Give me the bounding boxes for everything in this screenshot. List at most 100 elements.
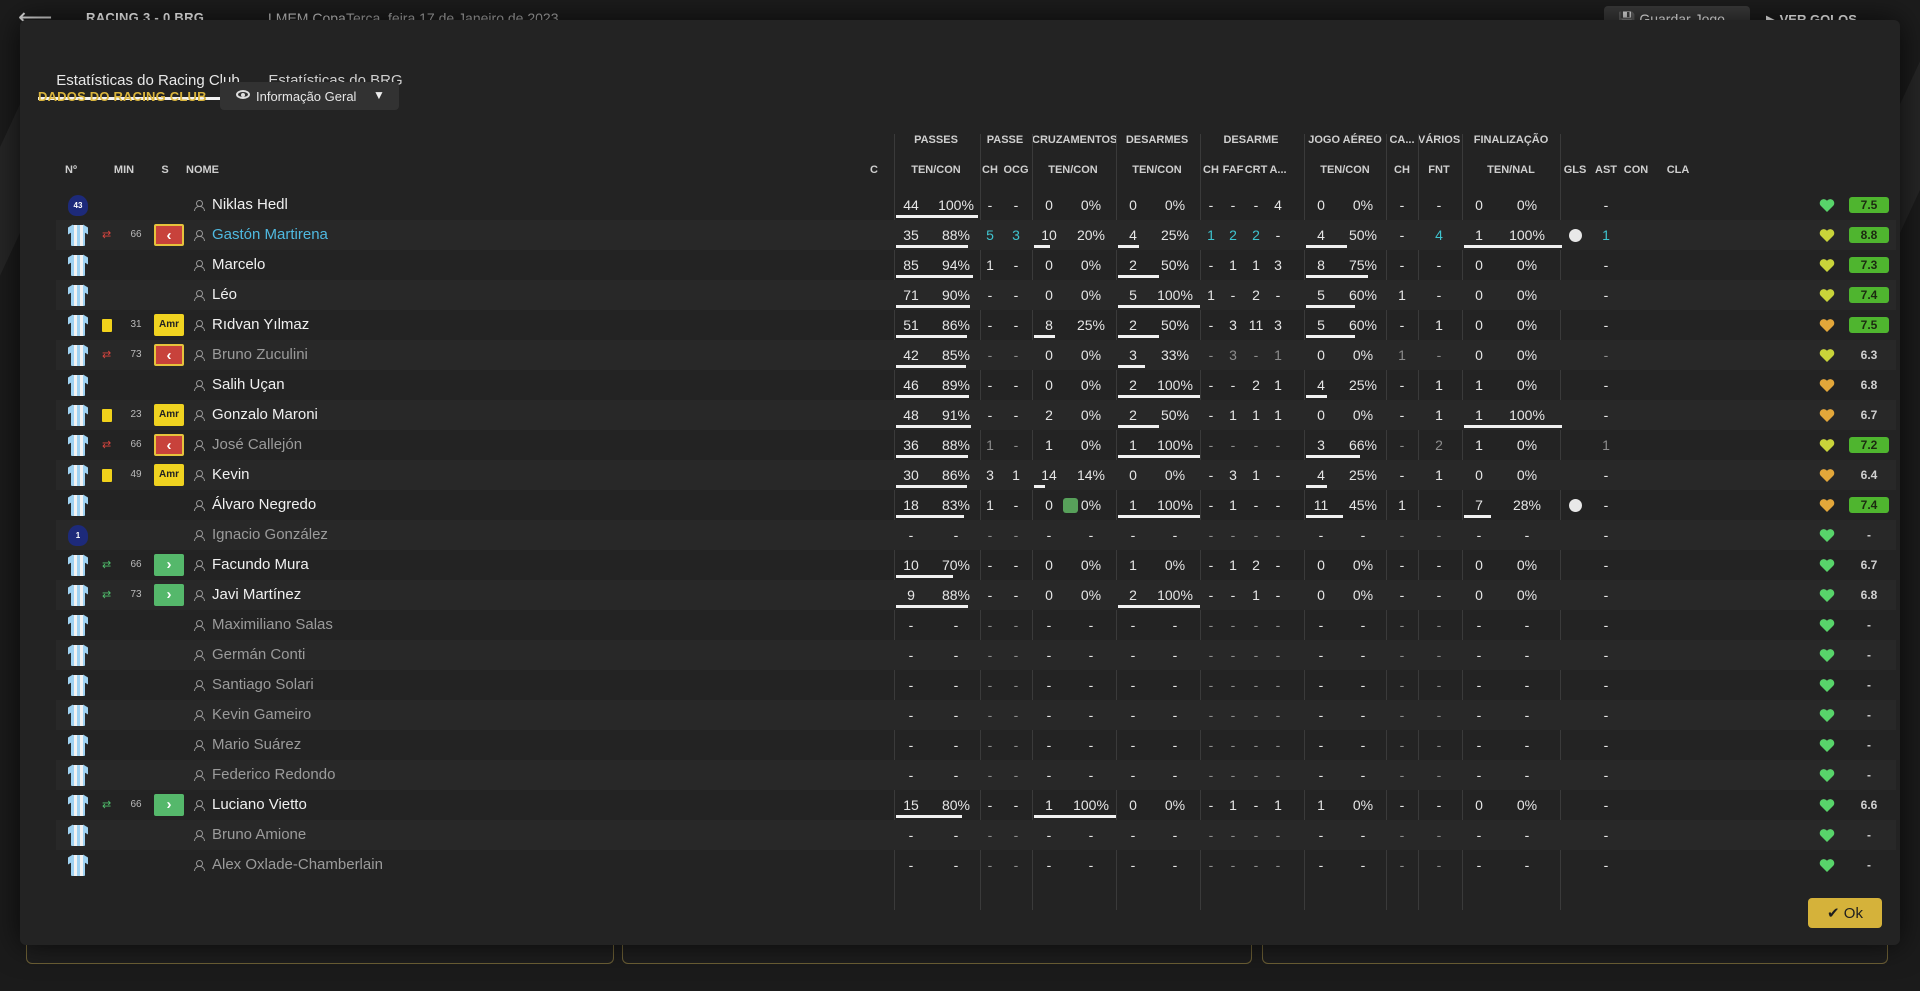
table-row[interactable]: 49 Amr Kevin 30 86% 3 1 14 14% 0 0% -3 1-4 25% -1 0 0% -6… [56,460,1896,490]
player-name[interactable]: Federico Redondo [212,760,335,790]
player-name[interactable]: Salih Uçan [212,370,285,400]
table-row[interactable]: Alex Oxlade-Chamberlain - - - - - - - - - - - - - - - - -… [56,850,1896,880]
table-row[interactable]: ⇄ 66 ‹ Gastón Martirena 35 88% 5 3 10 20% 4 25% 1 2 2-… [56,220,1896,250]
table-row[interactable]: Léo 71 90% - -0 0% 5 100% 1-2-5 60% 1-0 0% -7.4 [56,280,1896,310]
player-name[interactable]: José Callejón [212,430,302,460]
condition-heart-icon [1819,858,1835,873]
tackles-attempted: - [1130,857,1136,873]
player-name[interactable]: Javi Martínez [212,580,301,610]
minute: 66 [130,229,142,240]
crosses-completion: - [1088,857,1094,873]
chances: - [987,197,993,213]
tackles-completion: - [1172,617,1178,633]
column-header-ca[interactable]: CH [1386,164,1418,176]
column-header-ocg[interactable]: OCG [1002,164,1030,176]
shirt-body [71,225,85,246]
table-row[interactable]: Santiago Solari - - - - - - - - - - - - - - - - - - - - [56,670,1896,700]
column-header-fnt[interactable]: FNT [1418,164,1460,176]
fouls-committed: - [1230,437,1236,453]
player-name[interactable]: Mario Suárez [212,730,301,760]
column-header-cru[interactable]: TEN/CON [1032,164,1114,176]
crosses-attempted: 2 [1045,407,1053,423]
aerial-completion: 25% [1348,377,1378,393]
player-name[interactable]: Germán Conti [212,640,305,670]
tackles-completion: 33% [1160,347,1190,363]
tackles-attempted: - [1130,677,1136,693]
assists: - [1603,797,1609,813]
assists: - [1603,767,1609,783]
column-header-a[interactable]: A... [1268,164,1288,176]
player-name[interactable]: Gastón Martirena [212,220,328,250]
tackle-key: - [1208,767,1214,783]
table-row[interactable]: Maximiliano Salas - - - - - - - - - - - - - - - - - - - - [56,610,1896,640]
view-dropdown[interactable]: Informação Geral ▼ [220,82,399,110]
column-header-gls[interactable]: GLS [1560,164,1590,176]
column-header-faf[interactable]: FAF [1222,164,1244,176]
column-header-min[interactable]: MIN [104,164,144,176]
column-header-con[interactable]: CON [1620,164,1652,176]
table-row[interactable]: 31 Amr Rıdvan Yılmaz 51 86% - -8 25% 2 50% -3 11 3 5 6… [56,310,1896,340]
aerial-attempted: - [1318,677,1324,693]
table-row[interactable]: 23 Amr Gonzalo Maroni 48 91% - -2 0% 2 50% -1 1 1 0 0%… [56,400,1896,430]
ok-button[interactable]: ✔ Ok [1808,898,1882,928]
table-row[interactable]: ⇄ 66 › Luciano Vietto 15 80% - -1 100% 0 0% -1-1 1 0%… [56,790,1896,820]
player-name[interactable]: Luciano Vietto [212,790,307,820]
player-name[interactable]: Facundo Mura [212,550,309,580]
aerial-attempted: - [1318,707,1324,723]
clearances: - [1253,857,1259,873]
table-row[interactable]: Álvaro Negredo 18 83% 1-0 0% 1 100% -1- -11 45% 1-… [56,490,1896,520]
table-row[interactable]: 43 Niklas Hedl 44 100% - -0 0% 0 0% - - -4 0 0% - -0 0% -… [56,190,1896,220]
column-header-s[interactable]: S [156,164,174,176]
column-header-name[interactable]: NOME [186,164,246,176]
table-row[interactable]: Germán Conti - - - - - - - - - - - - - - - - - - - - [56,640,1896,670]
column-header-des[interactable]: TEN/CON [1116,164,1198,176]
player-name[interactable]: Maximiliano Salas [212,610,333,640]
table-row[interactable]: ⇄ 73 › Javi Martínez 9 88% - -0 0% 2 100% - -1-0 0% - -… [56,580,1896,610]
column-header-c[interactable]: C [864,164,884,176]
player-name[interactable]: Rıdvan Yılmaz [212,310,309,340]
table-row[interactable]: ⇄ 66 › Facundo Mura 10 70% - -0 0% 1 0% -1 2-0 0% - -0 0… [56,550,1896,580]
fouls-committed: - [1230,827,1236,843]
player-rating: - [1867,618,1871,632]
aerial-attempted: - [1318,737,1324,753]
table-row[interactable]: ⇄ 66 ‹ José Callejón 36 88% 1-1 0% 1 100% - - - -3 66%… [56,430,1896,460]
column-header-ast[interactable]: AST [1592,164,1620,176]
substituted-out-badge: ‹ [154,344,184,366]
table-row[interactable]: Marcelo 85 94% 1-0 0% 2 50% -1 1 3 8 75% - -0 0% -7.3 [56,250,1896,280]
table-row[interactable]: Kevin Gameiro - - - - - - - - - - - - - - - - - - - - [56,700,1896,730]
condition-heart-icon [1819,528,1835,543]
crosses-attempted: - [1046,677,1052,693]
player-name[interactable]: Kevin Gameiro [212,700,311,730]
passes-attempted: - [908,767,914,783]
player-name[interactable]: Niklas Hedl [212,190,288,220]
column-header-aer[interactable]: TEN/CON [1304,164,1386,176]
column-header-pas[interactable]: TEN/CON [894,164,978,176]
column-header-cla[interactable]: CLA [1658,164,1698,176]
column-header-fin[interactable]: TEN/NAL [1462,164,1560,176]
table-row[interactable]: ⇄ 73 ‹ Bruno Zuculini 42 85% - -0 0% 3 33% -3-1 0 0% 1… [56,340,1896,370]
table-row[interactable]: Salih Uçan 46 89% - -0 0% 2 100% - -2 1 4 25% -1 1 0% -6… [56,370,1896,400]
table-row[interactable]: Bruno Amione - - - - - - - - - - - - - - - - - - - - [56,820,1896,850]
fouls-against: - [1436,827,1442,843]
player-name[interactable]: Léo [212,280,237,310]
player-name[interactable]: Gonzalo Maroni [212,400,318,430]
player-name[interactable]: Ignacio González [212,520,328,550]
chances: - [987,557,993,573]
player-name[interactable]: Santiago Solari [212,670,314,700]
player-name[interactable]: Kevin [212,460,250,490]
player-name[interactable]: Álvaro Negredo [212,490,316,520]
column-header-num[interactable]: Nº [56,164,86,176]
aerial-completion: - [1360,827,1366,843]
player-name[interactable]: Bruno Zuculini [212,340,308,370]
column-header-dch[interactable]: CH [1200,164,1222,176]
player-name[interactable]: Marcelo [212,250,265,280]
column-header-crt[interactable]: CRT [1244,164,1268,176]
goal-chances: - [1013,857,1019,873]
player-name[interactable]: Bruno Amione [212,820,306,850]
table-row[interactable]: Federico Redondo - - - - - - - - - - - - - - - - - - - - [56,760,1896,790]
column-header-ch[interactable]: CH [978,164,1002,176]
table-row[interactable]: Mario Suárez - - - - - - - - - - - - - - - - - - - - [56,730,1896,760]
tackles-completion: - [1172,677,1178,693]
player-name[interactable]: Alex Oxlade-Chamberlain [212,850,383,880]
table-row[interactable]: 1 Ignacio González - - - - - - - - - - - - - - - - - - - - [56,520,1896,550]
